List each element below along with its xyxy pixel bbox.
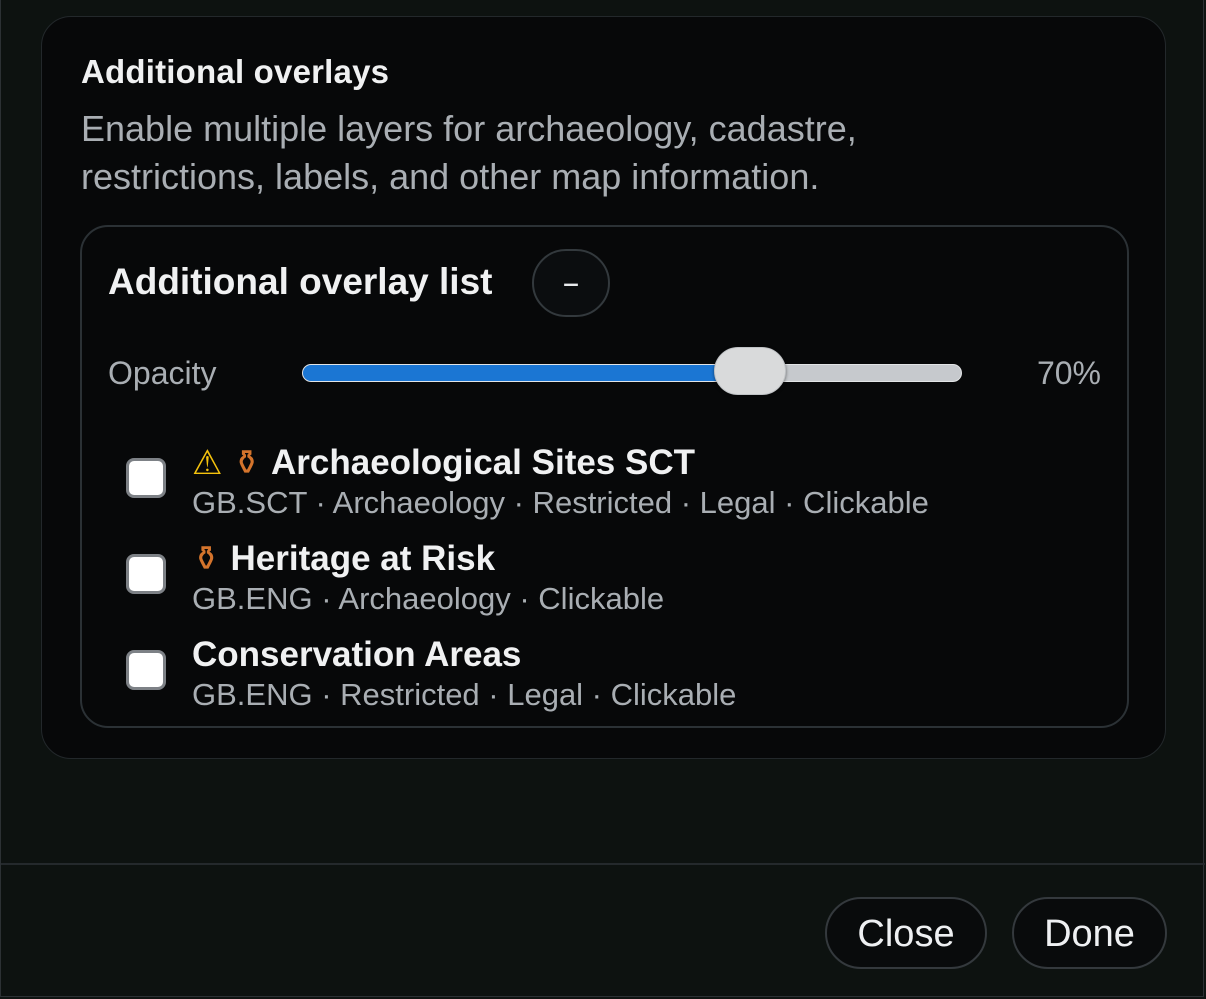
overlay-name-row: ⚠ ⚱ Archaeological Sites SCT: [192, 443, 695, 483]
overlay-item-conservation-areas[interactable]: Conservation Areas GB.ENG · Restricted ·…: [124, 635, 1104, 725]
overlay-name: Heritage at Risk: [230, 539, 496, 578]
warning-icon: ⚠: [192, 443, 223, 483]
opacity-label: Opacity: [108, 355, 217, 391]
opacity-slider-track[interactable]: [302, 364, 962, 382]
amphora-icon: ⚱: [192, 539, 221, 579]
opacity-value: 70%: [1036, 355, 1101, 391]
overlay-list-title: Additional overlay list: [108, 261, 493, 302]
overlay-checkbox[interactable]: [126, 554, 166, 594]
overlay-checkbox[interactable]: [126, 650, 166, 690]
section-description: Enable multiple layers for archaeology, …: [81, 108, 857, 197]
additional-overlays-card: Additional overlays Enable multiple laye…: [41, 16, 1166, 759]
overlay-meta: GB.ENG · Restricted · Legal · Clickable: [192, 677, 737, 712]
dialog-window: Additional overlays Enable multiple laye…: [0, 0, 1205, 997]
amphora-icon: ⚱: [232, 443, 261, 483]
overlay-name: Conservation Areas: [192, 635, 522, 674]
close-button[interactable]: Close: [825, 897, 987, 969]
collapse-list-button[interactable]: –: [532, 249, 610, 317]
overlay-item-archaeological-sites-sct[interactable]: ⚠ ⚱ Archaeological Sites SCT GB.SCT · Ar…: [124, 443, 1104, 533]
minus-icon: –: [562, 263, 580, 303]
opacity-slider-fill: [303, 365, 751, 381]
overlay-name-row: ⚱ Heritage at Risk: [192, 539, 495, 579]
overlay-meta: GB.ENG · Archaeology · Clickable: [192, 581, 665, 616]
overlay-list-panel: Additional overlay list – Opacity 70% ⚠ …: [80, 225, 1129, 728]
opacity-slider-handle[interactable]: [713, 347, 786, 395]
done-button[interactable]: Done: [1012, 897, 1167, 969]
overlay-checkbox[interactable]: [126, 458, 166, 498]
footer-divider: [1, 863, 1205, 865]
section-title: Additional overlays: [81, 53, 390, 90]
overlay-name-row: Conservation Areas: [192, 635, 521, 675]
overlay-name: Archaeological Sites SCT: [270, 443, 696, 482]
overlay-item-heritage-at-risk[interactable]: ⚱ Heritage at Risk GB.ENG · Archaeology …: [124, 539, 1104, 629]
overlay-meta: GB.SCT · Archaeology · Restricted · Lega…: [192, 485, 929, 520]
